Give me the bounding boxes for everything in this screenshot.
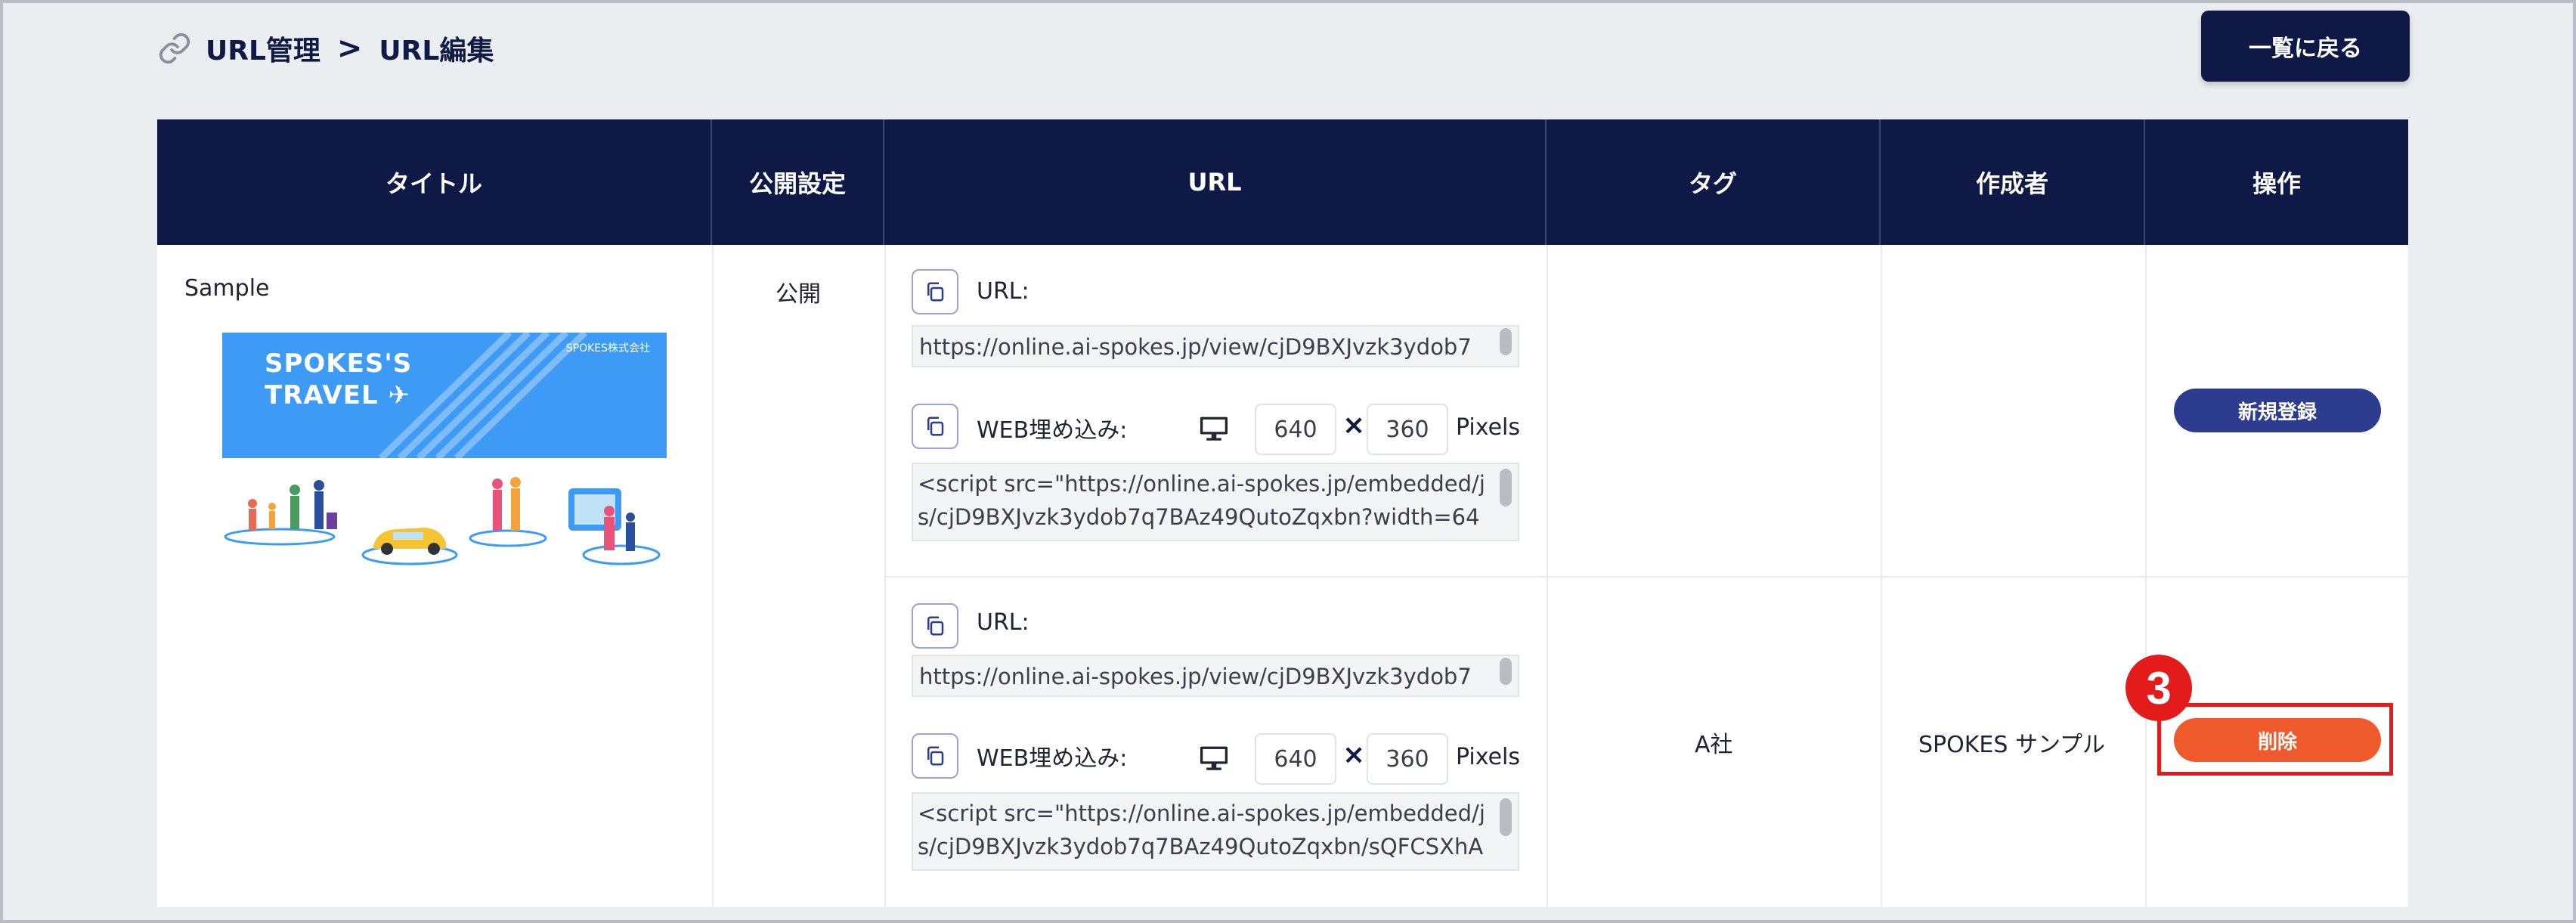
url-field[interactable]: https://online.ai-spokes.jp/view/cjD9BXJ… (912, 325, 1519, 367)
embed-label: WEB埋め込み: (977, 417, 1128, 444)
monitor-icon (1200, 417, 1228, 441)
banner-title-line2: TRAVEL ✈ (265, 380, 410, 410)
column-divider (712, 245, 714, 907)
url-table: タイトル 公開設定 URL タグ 作成者 操作 Sample 公開 SPOKES… (157, 119, 2408, 907)
breadcrumb-root[interactable]: URL管理 (206, 29, 320, 68)
step-badge: 3 (2126, 655, 2192, 721)
breadcrumb: URL管理 > URL編集 (157, 26, 494, 71)
highlight-box (2157, 703, 2393, 776)
row-visibility: 公開 (776, 281, 821, 308)
embed-height-input[interactable]: 360 (1367, 733, 1448, 785)
thumbnail-banner: SPOKES'S TRAVEL ✈ SPOKES株式会社 (222, 333, 667, 458)
column-header-url: URL (884, 119, 1547, 245)
video-thumbnail: SPOKES'S TRAVEL ✈ SPOKES株式会社 (222, 333, 667, 567)
times-symbol: × (1342, 410, 1366, 441)
column-header-author: 作成者 (1881, 119, 2145, 245)
breadcrumb-separator: > (336, 31, 363, 66)
banner-title: SPOKES'S TRAVEL ✈ (265, 348, 412, 411)
pixels-label: Pixels (1456, 414, 1521, 441)
monitor-icon (1200, 746, 1228, 770)
copy-icon (927, 746, 944, 766)
embed-code-field[interactable]: <script src="https://online.ai-spokes.jp… (912, 463, 1519, 541)
register-button[interactable]: 新規登録 (2174, 389, 2381, 432)
copy-icon (927, 616, 944, 636)
breadcrumb-current: URL編集 (379, 36, 494, 67)
column-header-visibility: 公開設定 (712, 119, 884, 245)
url-label: URL: (977, 278, 1029, 305)
url-label: URL: (977, 609, 1029, 636)
times-symbol: × (1342, 739, 1366, 770)
copy-url-button[interactable] (912, 603, 958, 649)
table-header: タイトル 公開設定 URL タグ 作成者 操作 (157, 119, 2408, 245)
copy-embed-button[interactable] (912, 733, 958, 779)
embed-label: WEB埋め込み: (977, 745, 1128, 772)
copy-icon (927, 282, 944, 302)
url-field[interactable]: https://online.ai-spokes.jp/view/cjD9BXJ… (912, 655, 1519, 697)
url-field-scrollbar[interactable] (1500, 658, 1512, 685)
column-header-actions: 操作 (2252, 169, 2301, 198)
column-header-tag: タグ (1547, 119, 1881, 245)
row-tag: A社 (1695, 732, 1733, 758)
embed-code-scrollbar[interactable] (1500, 469, 1512, 506)
link-icon (157, 31, 192, 66)
copy-url-button[interactable] (912, 269, 958, 314)
embed-code-scrollbar[interactable] (1500, 798, 1512, 836)
travel-illustration (224, 477, 661, 565)
row-title: Sample (184, 275, 270, 302)
copy-embed-button[interactable] (912, 404, 958, 449)
banner-title-line1: SPOKES'S (265, 348, 413, 379)
pixels-label: Pixels (1456, 744, 1521, 770)
embed-width-input[interactable]: 640 (1255, 404, 1336, 455)
banner-company: SPOKES株式会社 (565, 342, 650, 355)
copy-icon (927, 417, 944, 436)
column-header-title: タイトル (157, 119, 712, 245)
embed-code-field[interactable]: <script src="https://online.ai-spokes.jp… (912, 792, 1519, 871)
embed-width-input[interactable]: 640 (1255, 733, 1336, 785)
row-author: SPOKES サンプル (1918, 732, 2106, 758)
airplane-icon: ✈ (388, 380, 410, 410)
row-divider (884, 576, 2408, 578)
url-field-scrollbar[interactable] (1500, 328, 1512, 355)
embed-height-input[interactable]: 360 (1367, 404, 1448, 455)
back-to-list-button[interactable]: 一覧に戻る (2201, 11, 2410, 82)
